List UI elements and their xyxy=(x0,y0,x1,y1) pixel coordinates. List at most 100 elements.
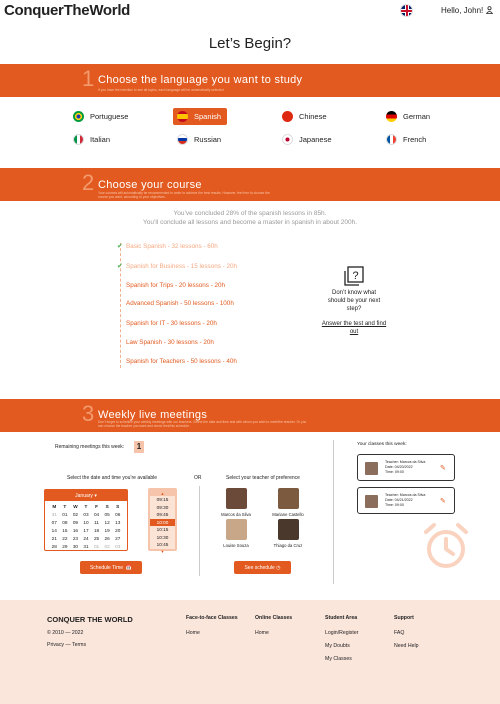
calendar-day[interactable]: 13 xyxy=(112,519,123,526)
calendar-day[interactable]: 28 xyxy=(49,543,60,550)
logo[interactable]: ConquerTheWorld xyxy=(4,2,130,19)
language-russian[interactable]: Russian xyxy=(177,132,221,146)
calendar-day[interactable]: 26 xyxy=(102,535,113,542)
edit-icon[interactable]: ✎ xyxy=(440,464,446,472)
calendar-day[interactable]: 31 xyxy=(49,511,60,518)
language-italian[interactable]: Italian xyxy=(73,132,110,146)
calendar-day[interactable]: 08 xyxy=(60,519,71,526)
edit-icon[interactable]: ✎ xyxy=(440,497,446,505)
footer-link[interactable]: FAQ xyxy=(394,630,404,636)
clock-icon: ◷ xyxy=(276,564,281,571)
course-item[interactable]: Spanish for Business - 15 lessons - 20h xyxy=(126,263,237,270)
teacher-card[interactable]: Mariane Castello xyxy=(268,488,308,517)
china-flag-icon xyxy=(282,110,293,122)
calendar-day[interactable]: 20 xyxy=(112,527,123,534)
button-label: See schedule xyxy=(244,564,275,571)
calendar-day[interactable]: 24 xyxy=(81,535,92,542)
teacher-name: Mariane Castello xyxy=(272,512,304,517)
course-item[interactable]: Law Spanish - 30 lessons - 20h xyxy=(126,339,214,346)
calendar-day[interactable]: 30 xyxy=(70,543,81,550)
calendar-day[interactable]: 07 xyxy=(49,519,60,526)
calendar-day[interactable]: 01 xyxy=(60,511,71,518)
course-item[interactable]: Spanish for Trips - 20 lessons - 20h xyxy=(126,282,225,289)
calendar-day[interactable]: 03 xyxy=(81,511,92,518)
course-item[interactable]: Advanced Spanish - 50 lessons - 100h xyxy=(126,300,234,307)
calendar-day[interactable]: 05 xyxy=(102,511,113,518)
uk-flag-icon[interactable] xyxy=(400,4,413,17)
footer-link[interactable]: Login/Register xyxy=(325,630,358,636)
course-item[interactable]: Spanish for Teachers - 50 lessons - 40h xyxy=(126,358,237,365)
time-slot[interactable]: 09:45 xyxy=(150,511,175,519)
footer-link[interactable]: Home xyxy=(186,630,200,636)
teacher-card[interactable]: Louise Souza xyxy=(216,519,256,548)
language-chinese[interactable]: Chinese xyxy=(282,109,327,123)
footer-link[interactable]: Need Help xyxy=(394,643,419,649)
time-slot[interactable]: 10:30 xyxy=(150,533,175,541)
germany-flag-icon xyxy=(386,110,397,122)
calendar-day[interactable]: 02 xyxy=(70,511,81,518)
calendar-day[interactable]: 01 xyxy=(91,543,102,550)
language-japanese[interactable]: Japanese xyxy=(282,132,332,146)
calendar-day[interactable]: 25 xyxy=(91,535,102,542)
privacy-terms-link[interactable]: Privacy — Terms xyxy=(47,642,86,648)
calendar-day[interactable]: 17 xyxy=(81,527,92,534)
calendar-day[interactable]: 14 xyxy=(49,527,60,534)
time-picker[interactable]: ▲ 09:15 09:30 09:45 10:00 10:15 10:30 10:45 ▼ xyxy=(148,488,177,554)
time-slot[interactable]: 09:30 xyxy=(150,503,175,511)
calendar-day[interactable]: 21 xyxy=(49,535,60,542)
calendar-day[interactable]: 16 xyxy=(70,527,81,534)
section-subtitle: If you have the intention to see all top… xyxy=(98,88,224,92)
class-card[interactable]: Teacher: Marcos da Silva Date: 04/21/202… xyxy=(357,487,455,514)
teacher-card[interactable]: Thiago da Cruz xyxy=(268,519,308,548)
teacher-label: Select your teacher of preference xyxy=(226,475,300,481)
chevron-down-icon[interactable]: ▼ xyxy=(150,549,175,554)
month-select[interactable]: January ▾ xyxy=(45,490,127,501)
teacher-name: Thiago da Cruz xyxy=(273,543,303,548)
calendar-day[interactable]: 10 xyxy=(81,519,92,526)
language-portuguese[interactable]: Portuguese xyxy=(73,109,128,123)
language-spanish[interactable]: Spanish xyxy=(173,108,228,125)
spain-flag-icon xyxy=(177,111,188,122)
svg-text:?: ? xyxy=(352,270,358,282)
calendar[interactable]: January ▾ M T W T F S S 31 01 02 03 04 05 06 07 08 09 10 1… xyxy=(44,489,128,551)
course-item[interactable]: Spanish for IT - 30 lessons - 20h xyxy=(126,320,217,327)
user-greeting[interactable]: Hello, John! xyxy=(441,6,483,15)
weekday-label: W xyxy=(73,504,78,509)
calendar-day[interactable]: 09 xyxy=(70,519,81,526)
calendar-day[interactable]: 11 xyxy=(91,519,102,526)
time-slot[interactable]: 10:45 xyxy=(150,541,175,549)
calendar-day[interactable]: 02 xyxy=(102,543,113,550)
calendar-day[interactable]: 27 xyxy=(112,535,123,542)
schedule-time-button[interactable]: Schedule Time 📅 xyxy=(80,561,142,574)
footer-link[interactable]: My Doubts xyxy=(325,643,350,649)
calendar-day[interactable]: 03 xyxy=(112,543,123,550)
calendar-day[interactable]: 04 xyxy=(91,511,102,518)
calendar-day[interactable]: 29 xyxy=(60,543,71,550)
footer-col-title: Online Classes xyxy=(255,615,293,621)
calendar-day[interactable]: 12 xyxy=(102,519,113,526)
test-link[interactable]: Answer the test and find out xyxy=(320,320,388,336)
section-subtitle: Don’t forget to schedule your weekly mee… xyxy=(98,420,307,428)
class-card[interactable]: Teacher: Marcos da Silva Date: 04/20/202… xyxy=(357,454,455,481)
calendar-day[interactable]: 18 xyxy=(91,527,102,534)
language-french[interactable]: French xyxy=(386,132,426,146)
see-schedule-button[interactable]: See schedule ◷ xyxy=(234,561,291,574)
user-icon[interactable] xyxy=(485,6,494,16)
weekday-label: S xyxy=(105,504,109,509)
language-german[interactable]: German xyxy=(386,109,430,123)
footer-link[interactable]: My Classes xyxy=(325,656,352,662)
time-slot[interactable]: 10:15 xyxy=(150,526,175,534)
estimate-text: You’ll conclude all lessons and become a… xyxy=(142,219,358,226)
calendar-day[interactable]: 06 xyxy=(112,511,123,518)
time-slot[interactable]: 10:00 xyxy=(150,518,175,526)
calendar-day[interactable]: 23 xyxy=(70,535,81,542)
course-item[interactable]: Basic Spanish - 32 lessons - 60h xyxy=(126,243,218,250)
calendar-day[interactable]: 31 xyxy=(81,543,92,550)
calendar-day[interactable]: 19 xyxy=(102,527,113,534)
time-slot[interactable]: 09:15 xyxy=(150,496,175,504)
teacher-photo xyxy=(225,488,247,509)
teacher-card[interactable]: Marcos da Silva xyxy=(216,488,256,517)
footer-link[interactable]: Home xyxy=(255,630,269,636)
calendar-day[interactable]: 15 xyxy=(60,527,71,534)
calendar-day[interactable]: 22 xyxy=(60,535,71,542)
